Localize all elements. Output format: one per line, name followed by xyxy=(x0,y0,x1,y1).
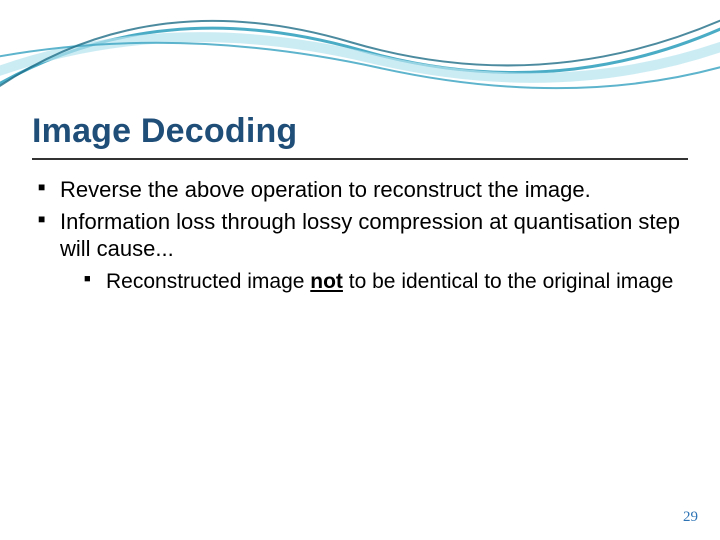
wave-decoration xyxy=(0,0,720,120)
sub-bullet-emphasis: not xyxy=(310,270,343,293)
page-number: 29 xyxy=(683,509,698,526)
bullet-item: Information loss through lossy compressi… xyxy=(38,208,680,295)
slide-body: Reverse the above operation to reconstru… xyxy=(38,176,680,299)
title-underline xyxy=(32,158,688,160)
sub-bullet-text-post: to be identical to the original image xyxy=(343,270,673,293)
sub-bullet-text-pre: Reconstructed image xyxy=(106,270,310,293)
sub-bullet-item: Reconstructed image not to be identical … xyxy=(84,269,680,295)
slide-title: Image Decoding xyxy=(32,112,297,151)
slide: Image Decoding Reverse the above operati… xyxy=(0,0,720,540)
bullet-text: Information loss through lossy compressi… xyxy=(60,209,680,262)
bullet-item: Reverse the above operation to reconstru… xyxy=(38,176,680,204)
